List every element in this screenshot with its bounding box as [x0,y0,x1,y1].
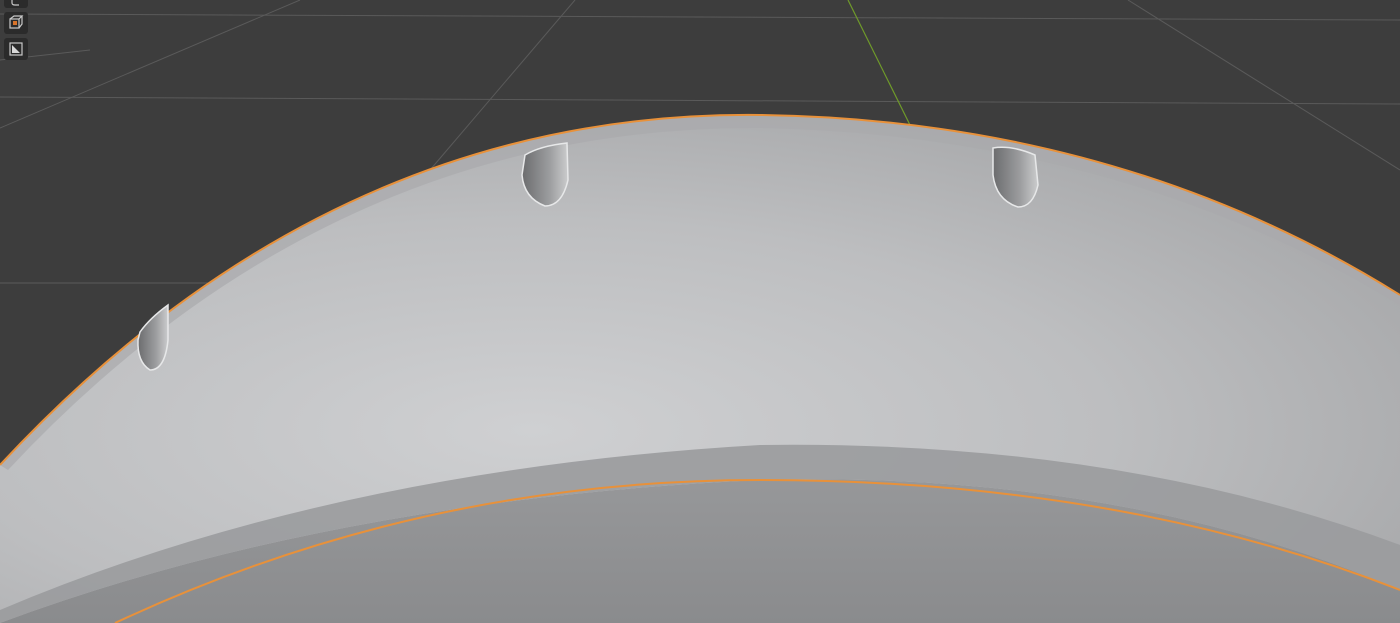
viewport-toolbar [4,0,30,60]
transform-icon[interactable] [4,0,28,8]
3d-viewport[interactable] [0,0,1400,623]
ruler-icon[interactable] [4,38,28,60]
notch-1 [137,303,169,371]
viewport-scene[interactable] [0,0,1400,623]
cube-gizmo-icon[interactable] [4,12,28,34]
